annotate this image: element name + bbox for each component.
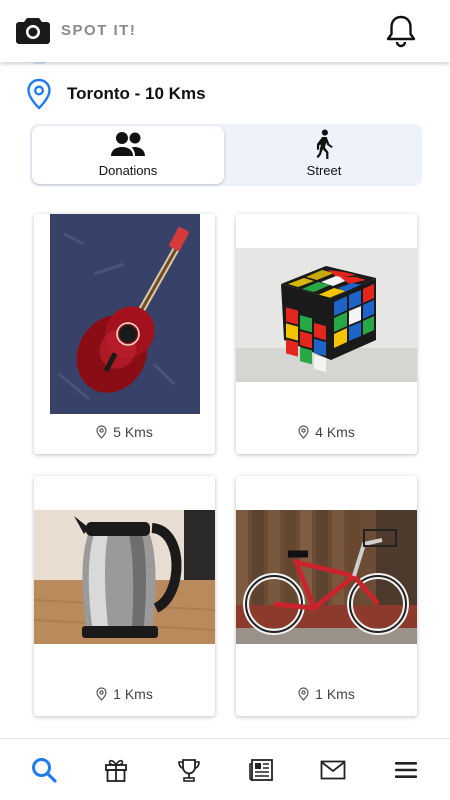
item-distance: 1 Kms (236, 686, 417, 702)
item-distance: 4 Kms (236, 424, 417, 440)
location-pin-icon (27, 78, 51, 110)
distance-text: 1 Kms (113, 686, 153, 702)
distance-text: 4 Kms (315, 424, 355, 440)
camera-icon (16, 18, 50, 44)
trophy-icon (178, 758, 200, 782)
nav-donations[interactable] (96, 750, 136, 790)
gift-icon (105, 759, 128, 782)
item-photo-guitar (34, 214, 215, 414)
walking-person-icon (316, 129, 333, 159)
location-selector[interactable]: Toronto - 10 Kms (26, 78, 206, 110)
location-pin-icon (96, 687, 107, 701)
item-card-guitar[interactable]: 5 Kms (34, 214, 215, 454)
location-pin-icon (298, 425, 309, 439)
location-label: Toronto - 10 Kms (67, 84, 206, 103)
tab-street[interactable]: Street (228, 126, 420, 184)
nav-news[interactable] (241, 750, 281, 790)
category-segmented-control: Donations Street (30, 124, 422, 186)
distance-text: 1 Kms (315, 686, 355, 702)
menu-icon (394, 761, 417, 778)
item-photo-rubiks-cube (236, 248, 417, 382)
location-pin-icon (298, 687, 309, 701)
distance-text: 5 Kms (113, 424, 153, 440)
tab-donations[interactable]: Donations (32, 126, 224, 184)
people-icon (111, 132, 145, 156)
item-distance: 5 Kms (34, 424, 215, 440)
nav-leaderboard[interactable] (169, 750, 209, 790)
nav-messages[interactable] (313, 750, 353, 790)
location-pin-icon (96, 425, 107, 439)
tab-label: Street (306, 163, 342, 178)
nav-search[interactable] (24, 750, 64, 790)
newspaper-icon (249, 758, 274, 781)
app-title: SPOT IT! (61, 22, 137, 39)
notifications-bell-icon[interactable] (386, 14, 416, 48)
item-card-rubiks-cube[interactable]: 4 Kms (236, 214, 417, 454)
bottom-navigation (0, 738, 450, 800)
top-app-bar: SPOT IT! (0, 0, 450, 62)
nav-menu[interactable] (386, 750, 426, 790)
item-photo-bicycle (236, 510, 417, 644)
item-card-kettle[interactable]: 1 Kms (34, 476, 215, 716)
item-photo-kettle (34, 510, 215, 644)
tab-label: Donations (98, 163, 158, 178)
item-card-bicycle[interactable]: 1 Kms (236, 476, 417, 716)
mail-icon (321, 760, 346, 779)
item-distance: 1 Kms (34, 686, 215, 702)
search-icon (32, 757, 57, 783)
